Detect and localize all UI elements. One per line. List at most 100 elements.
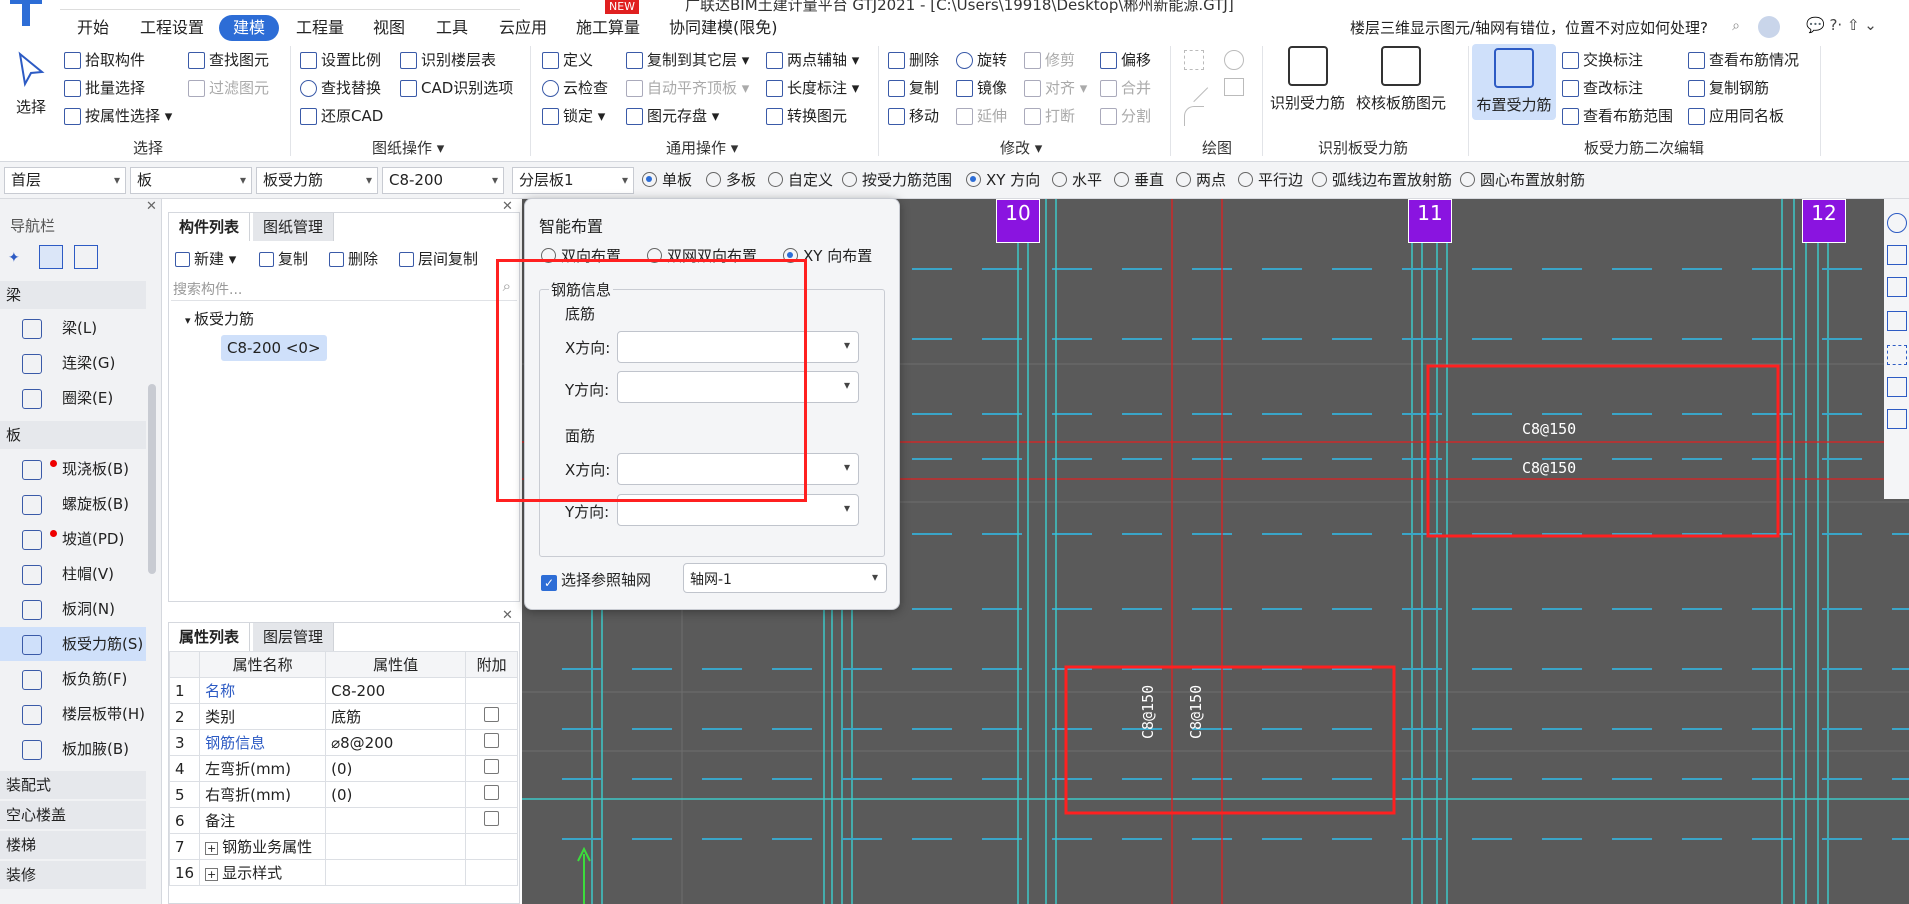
select-button[interactable]: 选择 (16, 50, 46, 117)
extra-checkbox[interactable] (484, 811, 500, 826)
tab-component-list[interactable]: 构件列表 (169, 213, 251, 241)
view-rebar-status[interactable]: 查看布筋情况 (1688, 50, 1799, 70)
edit-annotation[interactable]: 查改标注 (1562, 78, 1643, 98)
panel-close-icon[interactable]: ✕ (502, 608, 513, 623)
quick-access-icons[interactable] (60, 0, 520, 10)
copy-between-floors-button[interactable]: 层间复制 (399, 249, 478, 269)
move[interactable]: 移动 (888, 106, 939, 126)
split[interactable]: 分割 (1100, 106, 1151, 126)
nav-section-beam[interactable]: 梁 (0, 281, 146, 309)
view-rebar-range[interactable]: 查看布筋范围 (1562, 106, 1673, 126)
dashed-frame-icon[interactable] (1887, 345, 1907, 365)
layer-select[interactable]: 分层板1 (512, 167, 634, 194)
menu-collab[interactable]: 协同建模(限免) (669, 15, 778, 41)
pin-icon[interactable]: ✦ (8, 250, 28, 266)
radio-horizontal[interactable]: 水平 (1052, 171, 1102, 190)
extra-checkbox[interactable] (484, 733, 500, 748)
prop-value[interactable] (325, 807, 467, 834)
two-point-axis[interactable]: 两点辅轴 ▾ (766, 50, 859, 70)
copy-rebar[interactable]: 复制钢筋 (1688, 78, 1769, 98)
prop-value[interactable]: (0) (325, 781, 467, 808)
3d-view-icon[interactable] (1887, 245, 1907, 265)
radio-multi-slab[interactable]: 多板 (706, 171, 756, 190)
menu-project-settings[interactable]: 工程设置 (140, 15, 204, 41)
menu-start[interactable]: 开始 (77, 15, 109, 41)
radio-by-range[interactable]: 按受力筋范围 (842, 171, 952, 190)
place-rebar-button[interactable]: 布置受力筋 (1472, 44, 1556, 120)
cloud-check[interactable]: 云检查 (542, 78, 608, 98)
prop-name[interactable]: + 显示样式 (199, 859, 327, 886)
find-element[interactable]: 查找图元 (188, 50, 269, 70)
nav-section-stairs[interactable]: 楼梯 (0, 831, 146, 859)
tab-property-list[interactable]: 属性列表 (169, 623, 251, 651)
extend[interactable]: 延伸 (956, 106, 1007, 126)
nav-item-slab-hole[interactable]: 板洞(N) (0, 592, 146, 626)
list-view-icon[interactable] (38, 245, 63, 269)
tab-drawing-management[interactable]: 图纸管理 (253, 213, 335, 241)
table-row[interactable]: 3 钢筋信息 ⌀8@200 (168, 729, 519, 756)
box-icon[interactable] (1887, 311, 1907, 331)
circle-tool-icon[interactable] (1224, 50, 1244, 70)
check-slab-rebar-button[interactable]: 校核板筋图元 (1356, 46, 1446, 113)
radio-single-slab[interactable]: 单板 (642, 171, 692, 190)
new-component-button[interactable]: 新建 ▾ (175, 249, 236, 269)
prop-value[interactable]: ⌀8@200 (325, 729, 467, 756)
radio-xy-direction[interactable]: XY 方向 (966, 171, 1040, 190)
list-settings-icon[interactable] (1887, 409, 1907, 429)
group-common-label[interactable]: 通用操作 ▾ (666, 137, 738, 158)
radio-custom[interactable]: 自定义 (768, 171, 833, 190)
point-tool-icon[interactable] (1184, 50, 1204, 70)
trim[interactable]: 修剪 (1024, 50, 1075, 70)
prop-name[interactable]: + 钢筋业务属性 (199, 833, 327, 860)
tree-item-c8-200[interactable]: C8-200 <0> (221, 335, 327, 361)
table-row[interactable]: 2 类别 底筋 (168, 703, 519, 730)
delete-component-button[interactable]: 删除 (329, 249, 378, 269)
nav-item-cast-slab[interactable]: 现浇板(B) (0, 452, 146, 486)
nav-item-beam[interactable]: 梁(L) (0, 311, 146, 345)
table-row[interactable]: 5 右弯折(mm) (0) (168, 781, 519, 808)
align[interactable]: 对齐 ▾ (1024, 78, 1087, 98)
radio-arc-radial[interactable]: 弧线边布置放射筋 (1312, 171, 1452, 190)
component-search-input[interactable]: 搜索构件... ⌕ (171, 277, 517, 301)
nav-section-hollow-floor[interactable]: 空心楼盖 (0, 801, 146, 829)
globe-icon[interactable] (1887, 213, 1907, 233)
define[interactable]: 定义 (542, 50, 593, 70)
radio-center-radial[interactable]: 圆心布置放射筋 (1460, 171, 1585, 190)
nav-item-slab-rebar[interactable]: 板受力筋(S) (0, 627, 146, 661)
merge[interactable]: 合并 (1100, 78, 1151, 98)
radio-parallel-edge[interactable]: 平行边 (1238, 171, 1303, 190)
tab-layer-management[interactable]: 图层管理 (253, 623, 335, 651)
cube-icon[interactable] (1887, 277, 1907, 297)
axis-net-select[interactable]: 轴网-1 (683, 563, 887, 593)
nav-item-column-cap[interactable]: 柱帽(V) (0, 557, 146, 591)
menu-quantity[interactable]: 工程量 (296, 15, 344, 41)
nav-section-decoration[interactable]: 装修 (0, 861, 146, 889)
set-scale[interactable]: 设置比例 (300, 50, 381, 70)
lock[interactable]: 锁定 ▾ (542, 106, 605, 126)
extra-checkbox[interactable] (484, 707, 500, 722)
select-by-property[interactable]: 按属性选择 ▾ (64, 106, 172, 126)
menu-modeling[interactable]: 建模 (219, 15, 280, 41)
window-controls[interactable]: 💬 ?· ⇧ ⌄ (1806, 16, 1877, 34)
radio-two-point[interactable]: 两点 (1176, 171, 1226, 190)
group-drawing-label[interactable]: 图纸操作 ▾ (372, 137, 444, 158)
rect-tool-icon[interactable] (1224, 78, 1244, 96)
nav-item-spiral-slab[interactable]: 螺旋板(B) (0, 487, 146, 521)
prop-value[interactable]: (0) (325, 755, 467, 782)
copy-to-other-floor[interactable]: 复制到其它层 ▾ (626, 50, 749, 70)
recognize-rebar-button[interactable]: 识别受力筋 (1270, 46, 1345, 113)
nav-item-ring-beam[interactable]: 圈梁(E) (0, 381, 146, 415)
break[interactable]: 打断 (1024, 106, 1075, 126)
prop-value[interactable]: C8-200 (325, 677, 467, 704)
help-search-input[interactable]: 楼层三维显示图元/轴网有错位，位置不对应如何处理? ⌕ (1348, 15, 1744, 41)
tree-root[interactable]: ▾ 板受力筋 (185, 309, 254, 331)
spec-select[interactable]: C8-200 (382, 167, 504, 194)
auto-align-slab[interactable]: 自动平齐顶板 ▾ (626, 78, 749, 98)
table-row[interactable]: 1 名称 C8-200 (168, 677, 519, 704)
detail-view-icon[interactable] (73, 245, 98, 269)
table-row[interactable]: 16 + 显示样式 (168, 859, 519, 886)
nav-close-icon[interactable]: ✕ (146, 199, 157, 214)
line-tool-icon[interactable] (1179, 73, 1209, 103)
find-replace[interactable]: 查找替换 (300, 78, 381, 98)
rotate[interactable]: 旋转 (956, 50, 1007, 70)
